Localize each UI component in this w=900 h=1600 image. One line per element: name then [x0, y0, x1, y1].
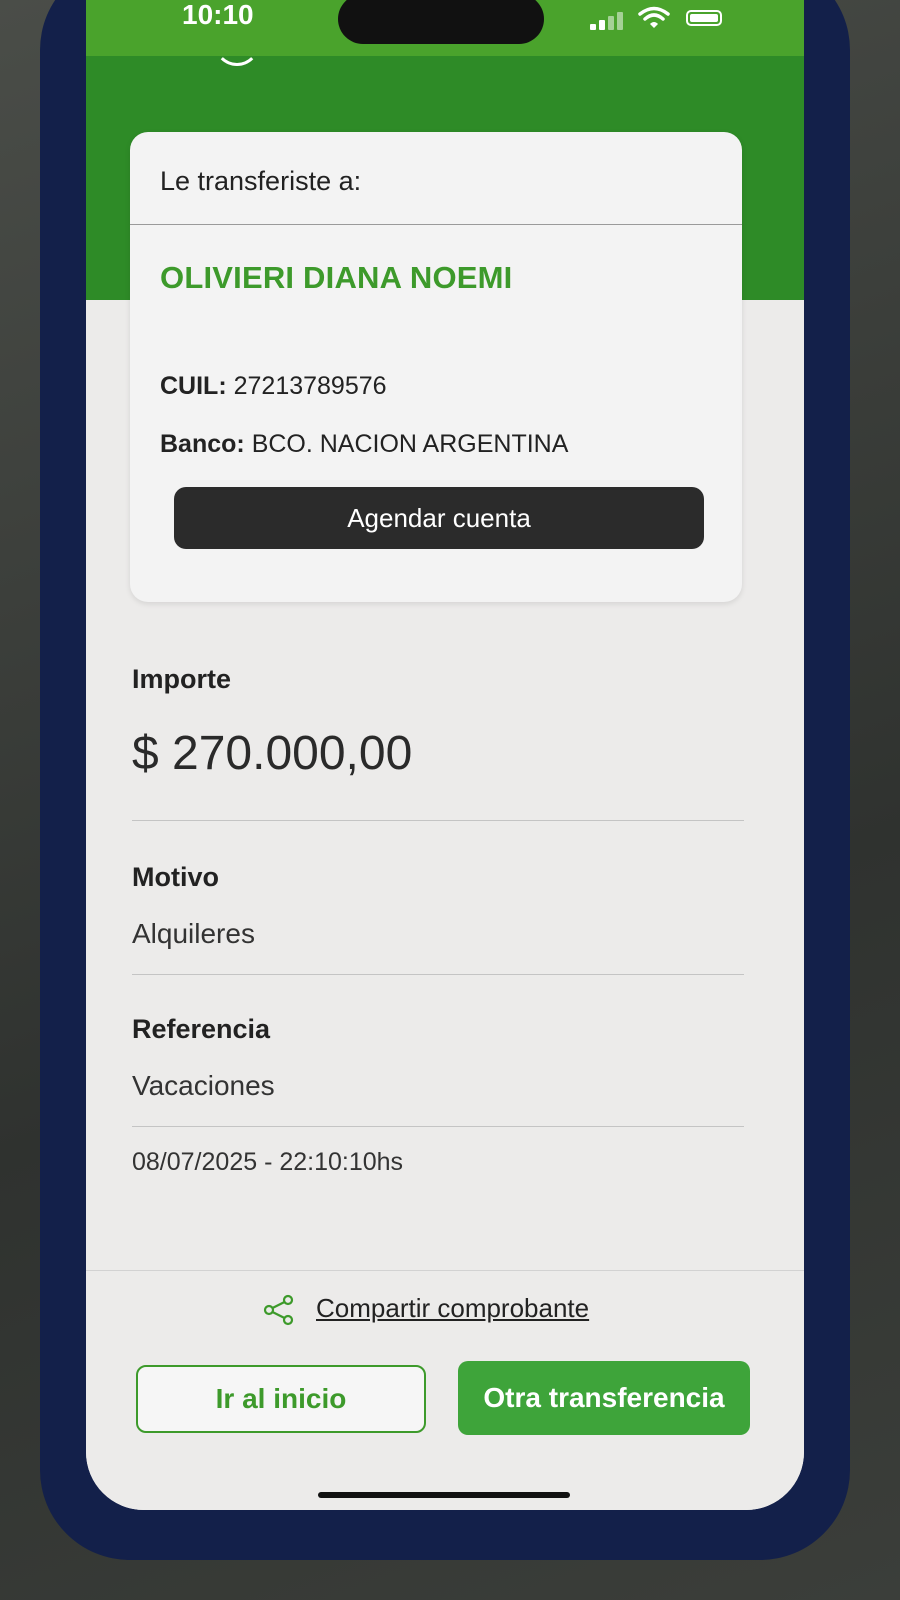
- importe-value: $ 270.000,00: [132, 727, 413, 780]
- card-divider: [130, 224, 742, 225]
- battery-icon: [686, 10, 722, 26]
- home-indicator[interactable]: [318, 1492, 570, 1498]
- divider: [132, 820, 744, 821]
- cuil-label: CUIL:: [160, 372, 227, 400]
- referencia-value: Vacaciones: [132, 1070, 275, 1101]
- divider: [132, 974, 744, 975]
- ir-al-inicio-button[interactable]: Ir al inicio: [136, 1365, 426, 1433]
- compartir-comprobante-link[interactable]: Compartir comprobante: [316, 1293, 589, 1324]
- signal-icon: [590, 10, 626, 30]
- recipient-name: OLIVIERI DIANA NOEMI: [160, 260, 513, 295]
- otra-transferencia-button[interactable]: Otra transferencia: [458, 1361, 750, 1435]
- importe-label: Importe: [132, 664, 232, 694]
- referencia-label: Referencia: [132, 1014, 271, 1044]
- cuil-value: 27213789576: [233, 372, 387, 400]
- status-icons: [590, 6, 740, 30]
- banco-line: Banco: BCO. NACION ARGENTINA: [160, 430, 568, 459]
- banco-label: Banco:: [160, 430, 245, 458]
- motivo-value: Alquileres: [132, 918, 255, 949]
- back-arrow-icon[interactable]: [214, 20, 260, 66]
- divider: [132, 1126, 744, 1127]
- transfer-datetime: 08/07/2025 - 22:10:10hs: [132, 1148, 404, 1176]
- motivo-label: Motivo: [132, 862, 219, 892]
- wifi-icon: [638, 6, 670, 28]
- phone-screen: 10:10 Le transferiste a: OLIVIERI DIANA …: [86, 0, 804, 1510]
- share-icon: [263, 1294, 294, 1326]
- card-title: Le transferiste a:: [160, 166, 362, 196]
- status-bar: 10:10: [86, 0, 804, 56]
- banco-value: BCO. NACION ARGENTINA: [251, 430, 569, 458]
- recipient-card: Le transferiste a: OLIVIERI DIANA NOEMI …: [130, 132, 742, 602]
- agendar-cuenta-button[interactable]: Agendar cuenta: [174, 487, 704, 549]
- dynamic-island: [338, 0, 544, 44]
- footer-actions: Compartir comprobante Ir al inicio Otra …: [86, 1270, 804, 1510]
- cuil-line: CUIL: 27213789576: [160, 372, 387, 401]
